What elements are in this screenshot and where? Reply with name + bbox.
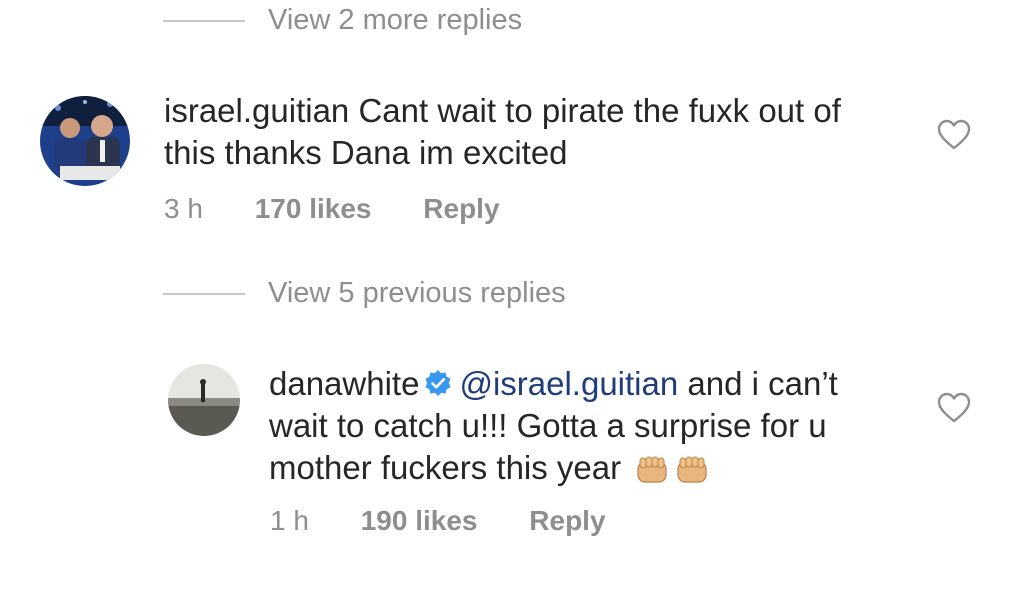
comment-meta-1: 3 h 170 likes Reply — [164, 193, 500, 225]
comment-body-line3: mother fuckers this year — [269, 449, 622, 486]
comment-body-line2: wait to catch u!!! Gotta a surprise for … — [269, 407, 827, 444]
view-more-replies-link[interactable]: View 2 more replies — [268, 4, 522, 37]
comment-time: 3 h — [164, 193, 203, 224]
heart-icon[interactable] — [937, 119, 971, 151]
fist-emoji — [674, 453, 710, 483]
comment-time: 1 h — [270, 505, 309, 536]
thread-line-mid — [163, 293, 245, 295]
avatar-danawhite[interactable] — [168, 364, 240, 436]
verified-badge-icon — [423, 367, 453, 397]
comment-body-line2: this thanks Dana im excited — [164, 134, 568, 171]
avatar-israel-guitian[interactable] — [40, 96, 130, 186]
comment-username[interactable]: israel.guitian — [164, 92, 349, 129]
view-previous-replies-link[interactable]: View 5 previous replies — [268, 277, 566, 310]
heart-icon[interactable] — [937, 392, 971, 424]
comment-text-2: danawhite @israel.guitian and i can’t wa… — [269, 363, 929, 489]
comment-body-line1: Cant wait to pirate the fuxk out of — [358, 92, 841, 129]
comment-meta-2: 1 h 190 likes Reply — [270, 505, 606, 537]
comment-likes[interactable]: 170 likes — [255, 193, 372, 224]
comment-username[interactable]: danawhite — [269, 365, 419, 402]
comment-body-line1: and i can’t — [687, 365, 838, 402]
comment-text-1: israel.guitian Cant wait to pirate the f… — [164, 90, 924, 174]
thread-line-top — [163, 20, 245, 22]
mention-link[interactable]: @israel.guitian — [459, 365, 678, 402]
reply-button[interactable]: Reply — [529, 505, 605, 536]
reply-button[interactable]: Reply — [423, 193, 499, 224]
comment-likes[interactable]: 190 likes — [361, 505, 478, 536]
fist-emoji — [634, 453, 670, 483]
